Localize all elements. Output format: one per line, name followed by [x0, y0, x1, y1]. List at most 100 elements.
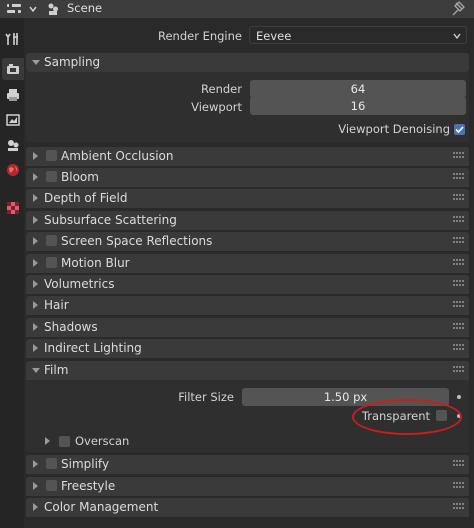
tool-icon: [5, 33, 18, 45]
panel-title-film: Film: [44, 363, 69, 377]
drag-grip-icon[interactable]: [453, 366, 465, 374]
bloom-checkbox[interactable]: [46, 171, 57, 182]
panel-header-color-management[interactable]: Color Management: [26, 498, 469, 517]
image-icon: [6, 114, 20, 126]
expand-arrow-icon: [33, 216, 38, 224]
animate-property-dot-icon[interactable]: [457, 395, 461, 399]
tab-scene[interactable]: [2, 134, 24, 156]
tab-world[interactable]: [2, 159, 24, 181]
properties-header: Scene: [0, 0, 474, 18]
viewport-samples-label: Viewport: [191, 100, 242, 114]
tab-render[interactable]: [2, 58, 24, 80]
drag-grip-icon[interactable]: [453, 344, 465, 352]
render-samples-field[interactable]: 64: [250, 80, 466, 98]
panel-header-sampling[interactable]: Sampling: [26, 53, 469, 72]
panel-header-subsurface-scattering[interactable]: Subsurface Scattering: [26, 211, 469, 230]
motion-blur-checkbox[interactable]: [46, 257, 57, 268]
expand-arrow-icon: [33, 344, 38, 352]
world-icon: [7, 164, 19, 176]
chevron-down-icon: [29, 6, 37, 13]
panel-title-ambient-occlusion: Ambient Occlusion: [61, 149, 174, 163]
drag-grip-icon[interactable]: [453, 152, 465, 160]
expand-arrow-icon: [33, 152, 38, 160]
panel-title-subsurface-scattering: Subsurface Scattering: [44, 213, 177, 227]
panel-title-indirect-lighting: Indirect Lighting: [44, 341, 142, 355]
render-engine-label: Render Engine: [157, 29, 242, 43]
panel-title-hair: Hair: [44, 298, 69, 312]
drag-grip-icon[interactable]: [453, 194, 465, 202]
expand-arrow-icon: [33, 194, 38, 202]
editor-type-selector[interactable]: [6, 0, 40, 18]
properties-editor-icon: [7, 3, 21, 14]
tab-tool[interactable]: [2, 28, 24, 50]
scene-name: Scene: [67, 1, 103, 15]
panel-header-ambient-occlusion[interactable]: Ambient Occlusion: [26, 147, 469, 166]
drag-grip-icon[interactable]: [453, 216, 465, 224]
tab-view-layer[interactable]: [2, 109, 24, 131]
expand-arrow-icon: [33, 503, 38, 511]
pin-icon[interactable]: [451, 1, 465, 17]
expand-arrow-icon: [33, 259, 38, 267]
render-samples-label: Render: [201, 82, 242, 96]
expand-arrow-icon: [33, 482, 38, 490]
tab-texture[interactable]: [2, 197, 24, 219]
render-engine-value: Eevee: [256, 29, 292, 43]
expand-arrow-icon: [33, 280, 38, 288]
simplify-checkbox[interactable]: [46, 458, 57, 469]
drag-grip-icon[interactable]: [453, 503, 465, 511]
panel-title-freestyle: Freestyle: [61, 479, 116, 493]
collapse-arrow-icon: [32, 60, 40, 65]
drag-grip-icon[interactable]: [453, 301, 465, 309]
expand-arrow-icon[interactable]: [45, 437, 50, 445]
tab-output[interactable]: [2, 84, 24, 106]
filter-size-label: Filter Size: [178, 390, 234, 404]
render-engine-dropdown[interactable]: Eevee: [249, 26, 467, 44]
panel-header-bloom[interactable]: Bloom: [26, 168, 469, 187]
panel-title-sampling: Sampling: [44, 55, 101, 69]
camera-back-icon: [7, 64, 19, 74]
collapse-arrow-icon: [32, 368, 40, 373]
drag-grip-icon[interactable]: [453, 460, 465, 468]
expand-arrow-icon: [33, 237, 38, 245]
scene-props-icon: [8, 140, 19, 151]
panel-header-indirect-lighting[interactable]: Indirect Lighting: [26, 339, 469, 358]
drag-grip-icon[interactable]: [453, 173, 465, 181]
drag-grip-icon[interactable]: [453, 259, 465, 267]
panel-header-depth-of-field[interactable]: Depth of Field: [26, 189, 469, 208]
panel-title-color-management: Color Management: [44, 500, 159, 514]
panel-header-motion-blur[interactable]: Motion Blur: [26, 254, 469, 273]
drag-grip-icon[interactable]: [453, 482, 465, 490]
panel-header-simplify[interactable]: Simplify: [26, 455, 469, 474]
overscan-label: Overscan: [75, 434, 130, 448]
checkmark-icon: [455, 126, 464, 134]
drag-grip-icon[interactable]: [453, 323, 465, 331]
panel-title-shadows: Shadows: [44, 320, 98, 334]
properties-tab-bar: [0, 18, 24, 528]
printer-icon: [7, 89, 19, 101]
panel-header-hair[interactable]: Hair: [26, 296, 469, 315]
expand-arrow-icon: [33, 460, 38, 468]
freestyle-checkbox[interactable]: [46, 480, 57, 491]
scene-icon: [48, 3, 58, 15]
drag-grip-icon[interactable]: [453, 280, 465, 288]
panel-title-screen-space-reflections: Screen Space Reflections: [61, 234, 213, 248]
panel-title-volumetrics: Volumetrics: [44, 277, 115, 291]
panel-header-shadows[interactable]: Shadows: [26, 318, 469, 337]
panel-header-screen-space-reflections[interactable]: Screen Space Reflections: [26, 232, 469, 251]
panel-title-depth-of-field: Depth of Field: [44, 191, 128, 205]
panel-header-freestyle[interactable]: Freestyle: [26, 477, 469, 496]
panel-title-simplify: Simplify: [61, 457, 110, 471]
panel-title-bloom: Bloom: [61, 170, 99, 184]
ambient-occlusion-checkbox[interactable]: [46, 150, 57, 161]
expand-arrow-icon: [33, 173, 38, 181]
drag-grip-icon[interactable]: [453, 237, 465, 245]
panel-header-volumetrics[interactable]: Volumetrics: [26, 275, 469, 294]
overscan-checkbox[interactable]: [59, 436, 70, 447]
panel-title-motion-blur: Motion Blur: [61, 256, 130, 270]
expand-arrow-icon: [33, 301, 38, 309]
viewport-samples-field[interactable]: 16: [250, 97, 466, 115]
screen-space-reflections-checkbox[interactable]: [46, 235, 57, 246]
panel-header-film[interactable]: Film: [26, 361, 469, 380]
panel-body-sampling: Render 64 Viewport 16 Viewport Denoising: [26, 72, 469, 142]
viewport-denoising-checkbox[interactable]: [454, 124, 465, 135]
